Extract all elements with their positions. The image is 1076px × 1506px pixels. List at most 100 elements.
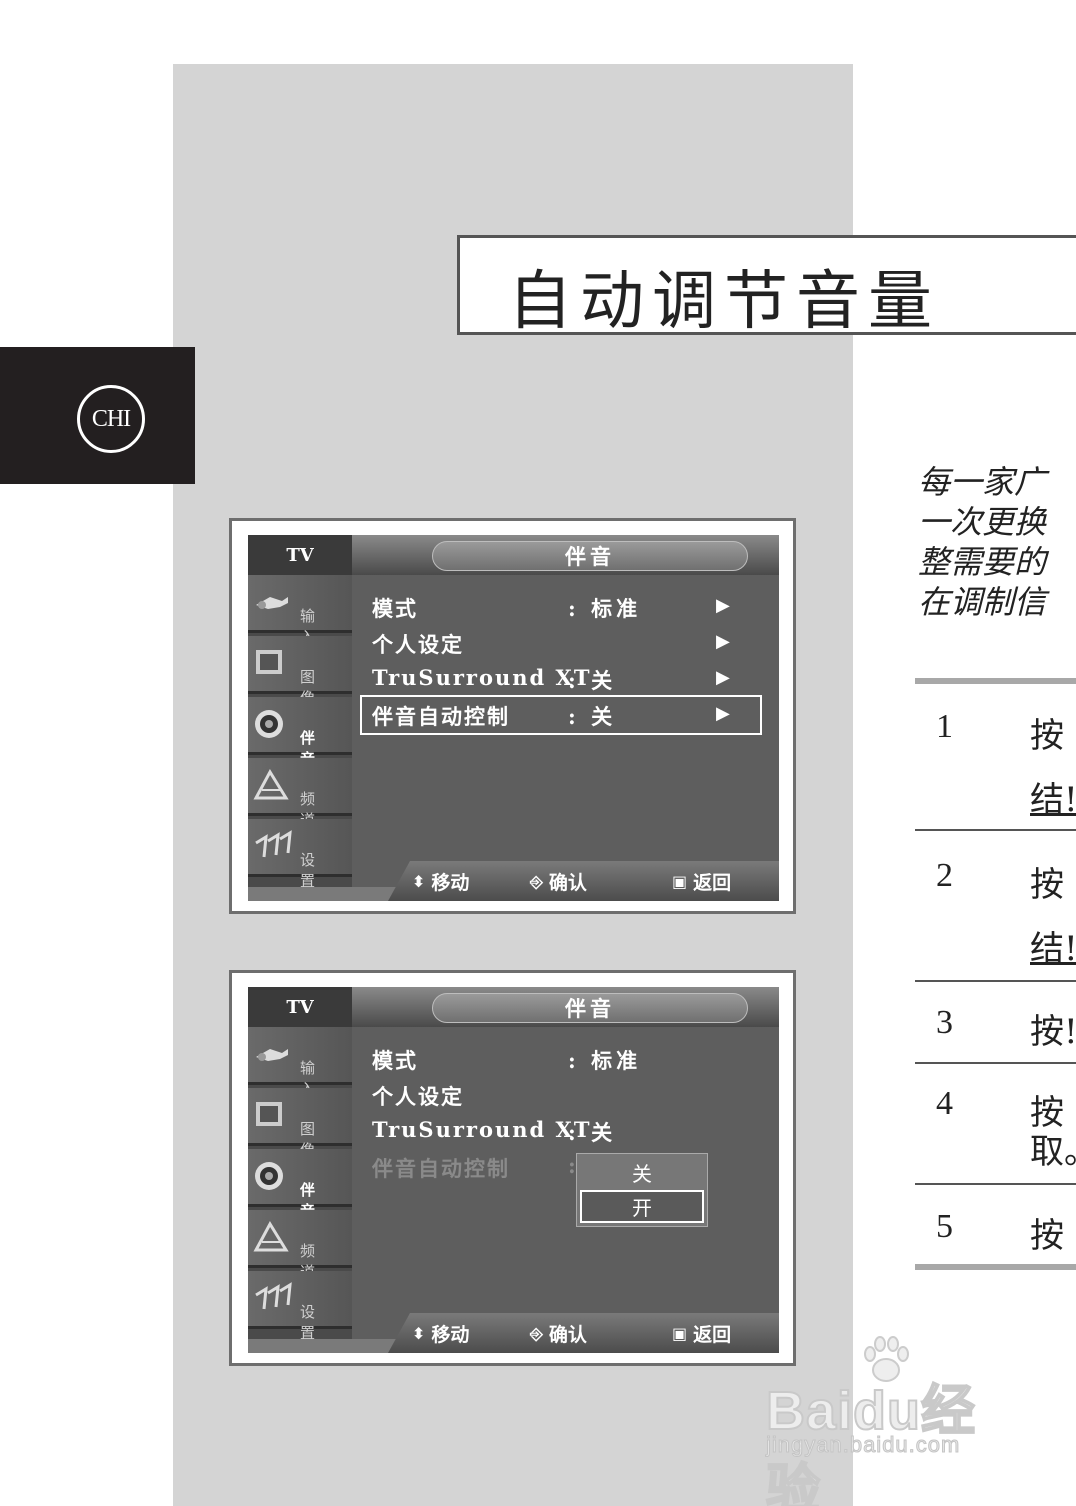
tv-label: TV	[248, 535, 352, 575]
intro-line: 每一家广	[918, 463, 1047, 501]
step-number: 3	[936, 1004, 953, 1041]
intro-line: 一次更换	[918, 503, 1047, 541]
hint-enter: ⎆ 确认	[530, 868, 587, 895]
hint-label: 返回	[693, 872, 732, 894]
steps-top-rule	[915, 678, 1076, 684]
picture-icon	[256, 650, 282, 674]
tv-osd-sound-menu: TV 伴音 输 入 图 像 伴 音 频 道 设 置	[248, 535, 779, 901]
menu-title: 伴音	[432, 541, 748, 571]
row-label: 模式	[372, 596, 418, 621]
speaker-icon	[255, 710, 283, 738]
setup-icon	[255, 830, 292, 858]
dropdown-option-on[interactable]: 开	[580, 1190, 704, 1223]
enter-icon: ⎆	[530, 871, 543, 891]
auto-volume-dropdown[interactable]: 关 开	[576, 1153, 708, 1227]
row-value: : 标准	[568, 596, 642, 621]
bottom-bar-left	[248, 887, 408, 901]
sidebar-item-picture[interactable]: 图 像	[248, 1088, 352, 1159]
row-value: : 关	[568, 668, 617, 693]
osd-bottom-bar: ⬍ 移动 ⎆ 确认 ▣ 返回	[248, 859, 779, 901]
osd-screenshot-1: TV 伴音 输 入 图 像 伴 音 频 道 设 置	[229, 518, 796, 914]
step-number: 1	[936, 708, 953, 745]
right-arrow-icon: ▶	[716, 703, 730, 724]
row-value: : 关	[568, 1120, 617, 1145]
step-text: 取。	[1030, 1132, 1076, 1172]
step-text: 结!	[1030, 780, 1076, 820]
intro-line: 在调制信	[918, 583, 1047, 621]
hint-move: ⬍ 移动	[412, 1320, 469, 1347]
menu-row-custom[interactable]: 个人设定 ▶	[372, 625, 762, 661]
hint-label: 返回	[693, 1324, 732, 1346]
menu-icon: ▣	[672, 872, 688, 891]
step-divider	[915, 1183, 1076, 1185]
step-divider	[915, 829, 1076, 831]
sidebar-item-input[interactable]: 输 入	[248, 575, 352, 646]
intro-paragraph: 每一家广 一次更换 整需要的 在调制信	[918, 462, 1076, 622]
picture-icon	[256, 1102, 282, 1126]
right-arrow-icon: ▶	[716, 631, 730, 652]
step-text: 按	[1030, 1216, 1064, 1256]
row-label: 个人设定	[372, 632, 464, 657]
sidebar-item-sound[interactable]: 伴 音	[248, 1149, 352, 1220]
page-title: 自动调节音量	[508, 265, 940, 339]
up-down-icon: ⬍	[412, 872, 426, 891]
menu-row-custom[interactable]: 个人设定	[372, 1077, 762, 1113]
steps-bottom-rule	[915, 1264, 1076, 1270]
menu-icon: ▣	[672, 1324, 688, 1343]
sidebar-item-channel[interactable]: 频 道	[248, 758, 352, 829]
bottom-bar-left	[248, 1339, 408, 1353]
hint-return: ▣ 返回	[672, 1320, 731, 1347]
right-arrow-icon: ▶	[716, 667, 730, 688]
up-down-icon: ⬍	[412, 1324, 426, 1343]
step-text: 按	[1030, 865, 1064, 905]
speaker-icon	[255, 1162, 283, 1190]
step-divider	[915, 1062, 1076, 1064]
hint-enter: ⎆ 确认	[530, 1320, 587, 1347]
menu-rows: 模式 : 标准 ▶ 个人设定 ▶ TruSurround XT : 关 ▶ 伴音…	[360, 589, 762, 735]
language-badge: CHI	[77, 385, 145, 453]
osd-sidebar: 输 入 图 像 伴 音 频 道 设 置	[248, 1027, 352, 1353]
row-label: 伴音自动控制	[372, 704, 510, 729]
input-icon	[256, 1049, 288, 1061]
channel-icon	[253, 768, 289, 800]
sidebar-item-sound[interactable]: 伴 音	[248, 697, 352, 768]
menu-title: 伴音	[432, 993, 748, 1023]
menu-row-trusurround[interactable]: TruSurround XT : 关 ▶	[372, 661, 762, 697]
osd-bottom-bar: ⬍ 移动 ⎆ 确认 ▣ 返回	[248, 1311, 779, 1353]
tv-label: TV	[248, 987, 352, 1027]
hint-label: 移动	[431, 1324, 470, 1346]
channel-icon	[253, 1220, 289, 1252]
step-number: 5	[936, 1208, 953, 1245]
dropdown-option-off[interactable]: 关	[577, 1154, 707, 1190]
row-value: : 标准	[568, 1048, 642, 1073]
hint-move: ⬍ 移动	[412, 868, 469, 895]
menu-row-trusurround[interactable]: TruSurround XT : 关	[372, 1113, 762, 1149]
step-number: 4	[936, 1085, 953, 1122]
watermark-url: jingyan.baidu.com	[765, 1432, 961, 1458]
osd-screenshot-2: TV 伴音 输 入 图 像 伴 音 频 道 设 置	[229, 970, 796, 1366]
step-text: 结!	[1030, 929, 1076, 969]
hint-label: 确认	[548, 1324, 587, 1346]
sidebar-item-channel[interactable]: 频 道	[248, 1210, 352, 1281]
osd-sidebar: 输 入 图 像 伴 音 频 道 设 置	[248, 575, 352, 901]
menu-row-mode[interactable]: 模式 : 标准	[372, 1041, 762, 1077]
hint-return: ▣ 返回	[672, 868, 731, 895]
language-tab: CHI	[0, 347, 195, 484]
step-divider	[915, 980, 1076, 982]
row-label: 个人设定	[372, 1084, 464, 1109]
row-label: TruSurround XT	[372, 665, 592, 690]
step-text: 按	[1030, 716, 1064, 756]
row-label: TruSurround XT	[372, 1117, 592, 1142]
sidebar-item-picture[interactable]: 图 像	[248, 636, 352, 707]
menu-row-auto-volume[interactable]: 伴音自动控制 : 关 ▶	[360, 695, 762, 735]
hint-label: 移动	[431, 872, 470, 894]
menu-row-mode[interactable]: 模式 : 标准 ▶	[372, 589, 762, 625]
title-box: 自动调节音量	[457, 235, 1076, 339]
setup-icon	[255, 1282, 292, 1310]
intro-line: 整需要的	[918, 543, 1047, 581]
step-number: 2	[936, 857, 953, 894]
tv-osd-sound-menu-dropdown: TV 伴音 输 入 图 像 伴 音 频 道 设 置	[248, 987, 779, 1353]
row-value: : 关	[568, 704, 617, 729]
sidebar-item-input[interactable]: 输 入	[248, 1027, 352, 1098]
baidu-watermark: Baidu经验 jingyan.baidu.com	[760, 1336, 1020, 1506]
